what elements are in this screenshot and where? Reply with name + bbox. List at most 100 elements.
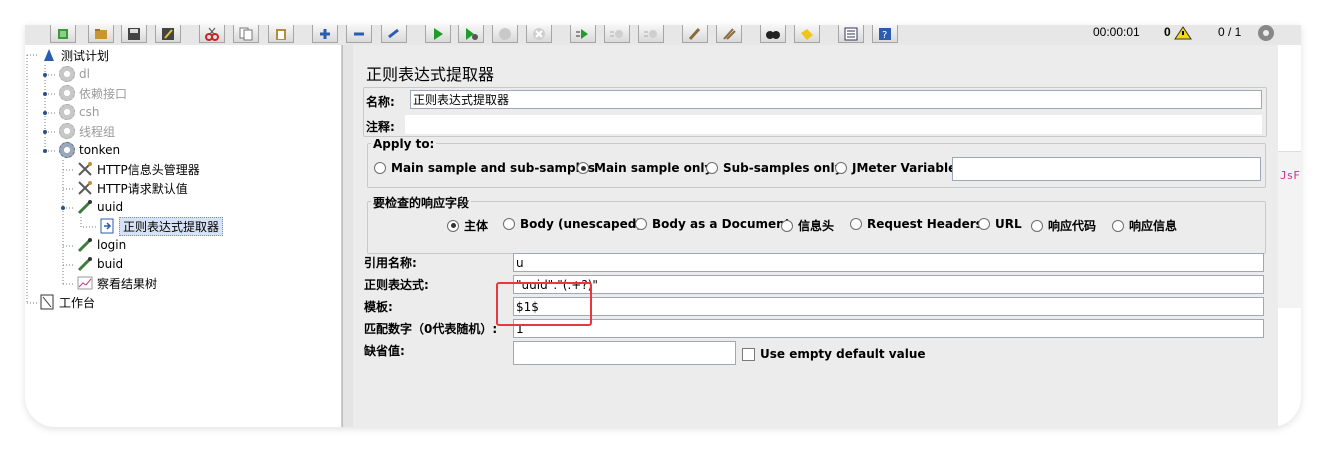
radio-main-and-sub[interactable]: Main sample and sub-samples	[374, 161, 595, 175]
thread-count: 0 / 1	[1218, 25, 1242, 39]
radio-label: URL	[995, 217, 1022, 231]
tree-item-label: login	[97, 238, 127, 252]
radio-jmeter-variable[interactable]: JMeter Variable	[835, 161, 956, 175]
jmeter-variable-field[interactable]	[952, 157, 1261, 181]
test-plan-tree: 测试计划 dl 依赖接口 csh 线程组 tonken HTTP信息头管理器 H…	[25, 45, 342, 427]
response-field-title: 要检查的响应字段	[371, 194, 472, 211]
open-icon[interactable]	[88, 25, 114, 43]
help-icon[interactable]: ?	[872, 25, 898, 43]
tree-item-view-results-tree[interactable]: 察看结果树	[77, 274, 157, 292]
radio-label: 主体	[464, 219, 489, 233]
tree-item-uuid[interactable]: uuid	[77, 198, 123, 216]
name-field[interactable]: 正则表达式提取器	[410, 90, 1262, 109]
panel-title: 正则表达式提取器	[366, 65, 495, 84]
log-gear-icon[interactable]	[1255, 25, 1277, 43]
tree-item-label: 测试计划	[61, 48, 110, 63]
saveas-icon[interactable]	[155, 25, 181, 43]
radio-headers[interactable]: 信息头	[781, 217, 834, 234]
save-icon[interactable]	[121, 25, 147, 43]
warning-count: 0	[1164, 25, 1192, 40]
templates-icon[interactable]	[50, 25, 76, 43]
match-no-field[interactable]: 1	[513, 319, 1264, 338]
radio-response-code[interactable]: 响应代码	[1031, 217, 1096, 234]
wrench-icon	[77, 180, 93, 196]
pipette-icon	[77, 237, 93, 253]
checkbox-label: Use empty default value	[760, 347, 926, 361]
radio-sub-only[interactable]: Sub-samples only	[706, 161, 842, 175]
background-window-text: JsF:	[1280, 169, 1301, 182]
tree-item-buid[interactable]: buid	[77, 255, 123, 273]
default-value-field[interactable]	[513, 341, 736, 365]
cut-icon[interactable]	[199, 25, 225, 43]
ref-name-field[interactable]: u	[513, 253, 1264, 272]
radio-label: Body (unescaped)	[520, 217, 642, 231]
pipette-icon	[77, 256, 93, 272]
tree-item-label: 正则表达式提取器	[119, 216, 224, 236]
tree-item-label: buid	[97, 257, 124, 271]
tree-item-regex-extractor[interactable]: 正则表达式提取器	[99, 216, 224, 236]
tree-item-label: dl	[79, 67, 90, 81]
chart-icon	[77, 275, 93, 291]
broom-icon[interactable]	[682, 25, 708, 43]
clear-all-icon[interactable]	[716, 25, 742, 43]
radio-body[interactable]: 主体	[447, 217, 488, 234]
expand-icon[interactable]	[312, 25, 338, 43]
remote-start-icon[interactable]	[570, 25, 596, 43]
radio-label: 响应信息	[1129, 219, 1178, 233]
extractor-icon	[99, 218, 115, 234]
reset-search-icon[interactable]	[794, 25, 820, 43]
tree-item-thread-group[interactable]: 线程组	[59, 122, 115, 140]
search-icon[interactable]	[760, 25, 786, 43]
radio-response-message[interactable]: 响应信息	[1112, 217, 1177, 234]
tree-item-csh[interactable]: csh	[59, 103, 99, 121]
template-label: 模板:	[364, 300, 393, 314]
radio-label: Body as a Document	[652, 217, 791, 231]
radio-label: Sub-samples only	[723, 161, 843, 175]
remote-shutdown-icon[interactable]	[638, 25, 664, 43]
tree-item-login[interactable]: login	[77, 236, 126, 254]
template-field[interactable]: $1$	[513, 297, 1264, 316]
tree-item-label: 线程组	[79, 124, 116, 139]
tree-item-label: tonken	[79, 143, 121, 157]
tree-item-dependency[interactable]: 依赖接口	[59, 84, 127, 102]
use-empty-default-checkbox[interactable]: Use empty default value	[742, 347, 926, 361]
workbench-icon	[39, 294, 55, 310]
tree-item-test-plan[interactable]: 测试计划	[41, 46, 109, 64]
start-no-pause-icon[interactable]	[458, 25, 484, 43]
tree-item-dl[interactable]: dl	[59, 65, 90, 83]
stop-icon[interactable]	[492, 25, 518, 43]
gear-icon	[59, 123, 75, 139]
toggle-icon[interactable]	[381, 25, 407, 43]
tree-item-tonken[interactable]: tonken	[59, 141, 120, 159]
radio-main-only[interactable]: Main sample only	[577, 161, 712, 175]
jmeter-window: ? 00:00:01 0 0 / 1 测试计划 dl 依赖接口 csh 线程组 …	[25, 25, 1301, 427]
radio-body-as-document[interactable]: Body as a Document	[635, 217, 790, 231]
collapse-icon[interactable]	[346, 25, 372, 43]
tree-item-workbench[interactable]: 工作台	[39, 293, 95, 311]
apply-to-title: Apply to:	[371, 137, 437, 151]
radio-body-unescaped[interactable]: Body (unescaped)	[503, 217, 642, 231]
start-icon[interactable]	[425, 25, 451, 43]
remote-stop-icon[interactable]	[604, 25, 630, 43]
comment-field[interactable]	[405, 115, 1262, 134]
copy-icon[interactable]	[233, 25, 259, 43]
tree-item-http-defaults[interactable]: HTTP请求默认值	[77, 179, 188, 197]
gear-icon	[59, 66, 75, 82]
shutdown-icon[interactable]	[526, 25, 552, 43]
default-value-label: 缺省值:	[364, 344, 405, 358]
radio-request-headers[interactable]: Request Headers	[850, 217, 983, 231]
gear-icon	[59, 142, 75, 158]
regex-field[interactable]: "uuid":"(.+?)"	[513, 275, 1264, 294]
paste-icon[interactable]	[268, 25, 294, 43]
tree-item-label: uuid	[97, 200, 124, 214]
function-helper-icon[interactable]	[838, 25, 864, 43]
radio-url[interactable]: URL	[978, 217, 1022, 231]
tree-item-label: HTTP信息头管理器	[97, 162, 200, 177]
tree-item-label: HTTP请求默认值	[97, 181, 188, 196]
gear-icon	[59, 104, 75, 120]
tree-item-label: 察看结果树	[97, 276, 158, 291]
tree-item-http-header-manager[interactable]: HTTP信息头管理器	[77, 160, 200, 178]
tree-item-label: 依赖接口	[79, 86, 128, 101]
regex-extractor-panel: 正则表达式提取器 名称: 正则表达式提取器 注释: Apply to: Main…	[353, 45, 1277, 427]
radio-label: 信息头	[798, 219, 835, 233]
